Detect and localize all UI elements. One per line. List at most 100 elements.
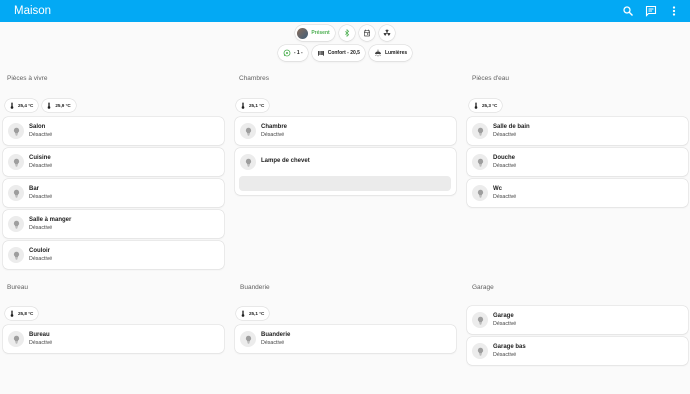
room-state: Désactivé — [29, 132, 53, 138]
room-card-buanderie[interactable]: Buanderie Désactivé — [235, 325, 456, 353]
room-state: Désactivé — [29, 340, 53, 346]
room-name: Wc — [493, 186, 502, 192]
room-name: Salle de bain — [493, 124, 530, 130]
more-menu-button[interactable] — [664, 1, 684, 21]
radioactive-icon — [383, 29, 391, 36]
bulb-icon — [8, 123, 24, 139]
thermometer-icon — [10, 102, 14, 109]
room-name: Couloir — [29, 248, 50, 254]
bluetooth-icon — [344, 29, 349, 37]
page-title: Maison — [14, 5, 52, 17]
room-card-wc[interactable]: Wc Désactivé — [467, 179, 688, 207]
thermometer-icon — [48, 102, 51, 109]
room-name: Garage — [493, 313, 514, 319]
whatsapp-icon — [283, 49, 291, 57]
room-name: Salle à manger — [29, 217, 72, 223]
thermometer-icon — [10, 310, 14, 317]
section-bureau: Bureau 25,8 °C Bureau Désactivé — [3, 283, 225, 355]
temperature-value: 25,1 °C — [249, 311, 265, 316]
room-name: Buanderie — [261, 332, 291, 338]
status-chips-row-1: Présent — [0, 25, 690, 41]
bulb-icon — [8, 247, 24, 263]
heating-label: Confort - 20,5 — [327, 50, 360, 56]
whatsapp-chip[interactable]: - 1 - — [277, 45, 308, 61]
assist-button[interactable] — [641, 1, 661, 21]
bulb-icon — [8, 331, 24, 347]
temperature-chips: 25,1 °C — [236, 99, 270, 112]
brightness-slider[interactable] — [239, 176, 451, 191]
room-name: Lampe de chevet — [261, 158, 310, 164]
temperature-chips: 25,8 °C — [5, 307, 39, 320]
radiator-icon — [317, 51, 324, 56]
section-title: Buanderie — [240, 284, 270, 291]
room-state: Désactivé — [261, 132, 285, 138]
temperature-chip[interactable]: 25,9 °C — [42, 99, 76, 112]
room-state: Désactivé — [493, 132, 517, 138]
bulb-icon — [8, 185, 24, 201]
thermometer-icon — [241, 310, 245, 317]
bulb-icon — [8, 216, 24, 232]
room-state: Désactivé — [261, 340, 285, 346]
lights-chip[interactable]: Lumières — [368, 45, 413, 61]
section-title: Bureau — [7, 284, 28, 291]
room-card-cuisine[interactable]: Cuisine Désactivé — [3, 148, 224, 176]
section-title: Pièces à vivre — [7, 75, 48, 82]
search-icon — [623, 6, 633, 16]
room-card-salle-a-manger[interactable]: Salle à manger Désactivé — [3, 210, 224, 238]
section-pieces-d-eau: Pièces d'eau 25,3 °C Salle de bain Désac… — [467, 74, 689, 214]
room-card-salle-de-bain[interactable]: Salle de bain Désactivé — [467, 117, 688, 145]
presence-label: Présent — [311, 30, 330, 36]
room-card-bar[interactable]: Bar Désactivé — [3, 179, 224, 207]
section-buanderie: Buanderie 25,1 °C Buanderie Désactivé — [235, 283, 457, 355]
room-card-salon[interactable]: Salon Désactivé — [3, 117, 224, 145]
room-state: Désactivé — [29, 256, 53, 262]
room-card-garage[interactable]: Garage Désactivé — [467, 306, 688, 334]
temperature-value: 25,4 °C — [18, 103, 34, 108]
room-card-couloir[interactable]: Couloir Désactivé — [3, 241, 224, 269]
section-title: Chambres — [239, 75, 269, 82]
temperature-chips: 25,3 °C — [469, 99, 503, 112]
thermometer-icon — [241, 102, 245, 109]
room-name: Chambre — [261, 124, 288, 130]
room-card-chambre[interactable]: Chambre Désactivé — [235, 117, 456, 145]
bulb-icon — [240, 154, 256, 170]
room-card-douche[interactable]: Douche Désactivé — [467, 148, 688, 176]
section-title: Garage — [472, 284, 494, 291]
temperature-chip[interactable]: 25,4 °C — [5, 99, 39, 112]
room-state: Désactivé — [29, 225, 53, 231]
whatsapp-label: - 1 - — [293, 50, 303, 56]
app-header: Maison — [0, 0, 690, 22]
lights-label: Lumières — [384, 50, 408, 56]
header-actions — [618, 0, 684, 22]
presence-chip[interactable]: Présent — [295, 25, 335, 41]
section-garage: Garage Garage Désactivé Garage bas Désac… — [467, 283, 689, 365]
room-card-bureau[interactable]: Bureau Désactivé — [3, 325, 224, 353]
thermometer-icon — [474, 102, 478, 109]
temperature-chip[interactable]: 25,1 °C — [236, 99, 270, 112]
radiation-chip[interactable] — [378, 25, 395, 41]
ceiling-light-icon — [374, 49, 381, 57]
section-pieces-a-vivre: Pièces à vivre 25,4 °C 25,9 °C Salon Dés… — [3, 74, 225, 274]
room-card-garage-bas[interactable]: Garage bas Désactivé — [467, 337, 688, 365]
bulb-icon — [472, 123, 488, 139]
heating-chip[interactable]: Confort - 20,5 — [311, 45, 365, 61]
more-vert-icon — [672, 6, 676, 16]
temperature-chip[interactable]: 25,3 °C — [469, 99, 503, 112]
bulb-icon — [8, 154, 24, 170]
temperature-value: 25,8 °C — [18, 311, 34, 316]
search-button[interactable] — [618, 1, 638, 21]
room-name: Garage bas — [493, 344, 526, 350]
temperature-chip[interactable]: 25,1 °C — [236, 307, 270, 320]
room-card-lampe-de-chevet[interactable]: Lampe de chevet — [235, 148, 456, 195]
room-state: Désactivé — [29, 163, 53, 169]
bulb-icon — [472, 154, 488, 170]
bulb-icon — [472, 312, 488, 328]
status-chips-row-2: - 1 - Confort - 20,5 Lumières — [0, 45, 690, 61]
room-state: Désactivé — [493, 352, 517, 358]
room-state: Désactivé — [493, 163, 517, 169]
calendar-chip[interactable] — [358, 25, 375, 41]
bluetooth-chip[interactable] — [338, 25, 355, 41]
temperature-chip[interactable]: 25,8 °C — [5, 307, 39, 320]
temperature-value: 25,9 °C — [55, 103, 71, 108]
room-name: Salon — [29, 124, 46, 130]
